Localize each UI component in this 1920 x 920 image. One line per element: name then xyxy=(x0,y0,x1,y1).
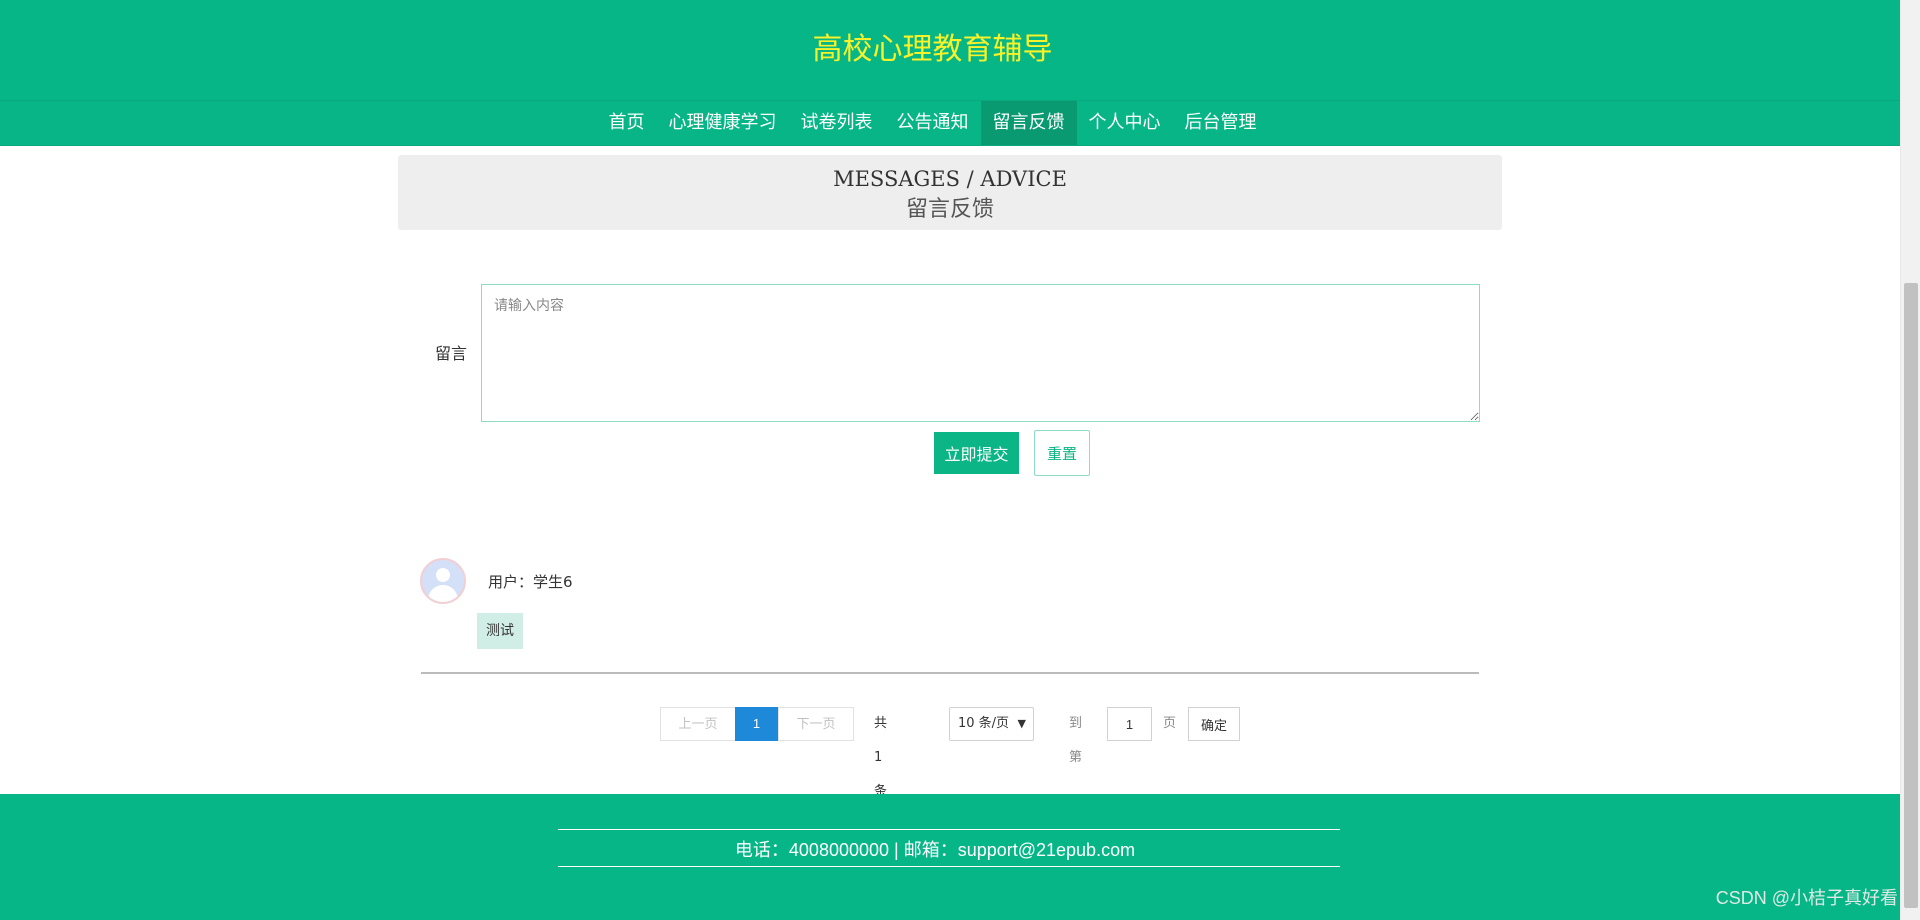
nav-item-feedback[interactable]: 留言反馈 xyxy=(980,101,1077,145)
banner-title-en: MESSAGES / ADVICE xyxy=(833,167,1067,191)
prev-page-button[interactable]: 上一页 xyxy=(660,707,736,741)
footer-divider-top xyxy=(558,829,1340,830)
chevron-down-icon: ▼ xyxy=(1017,717,1026,730)
main-nav: 首页 心理健康学习 试卷列表 公告通知 留言反馈 个人中心 后台管理 xyxy=(0,100,1900,146)
message-label: 留言 xyxy=(435,344,468,363)
avatar-head-shape xyxy=(436,568,450,582)
footer-contact: 电话：4008000000 | 邮箱：support@21epub.com xyxy=(734,840,1136,860)
site-footer: 电话：4008000000 | 邮箱：support@21epub.com xyxy=(0,794,1900,920)
page-word: 页 xyxy=(1163,716,1177,731)
scrollbar-thumb[interactable] xyxy=(1904,283,1918,908)
submit-button[interactable]: 立即提交 xyxy=(934,432,1019,474)
goto-confirm-button[interactable]: 确定 xyxy=(1188,707,1240,741)
message-textarea[interactable] xyxy=(481,284,1480,422)
message-content: 测试 xyxy=(477,613,523,649)
site-title: 高校心理教育辅导 xyxy=(812,32,1053,67)
reset-button[interactable]: 重置 xyxy=(1034,430,1090,476)
goto-label: 到第 xyxy=(1069,716,1083,765)
nav-item-home[interactable]: 首页 xyxy=(597,101,657,145)
user-avatar xyxy=(420,558,466,604)
nav-item-exam-list[interactable]: 试卷列表 xyxy=(789,101,885,145)
site-header: 高校心理教育辅导 xyxy=(0,0,1900,100)
footer-divider-bottom xyxy=(558,866,1340,867)
message-user: 用户：学生6 xyxy=(488,573,573,591)
banner-title-cn: 留言反馈 xyxy=(905,197,994,222)
page-1-button[interactable]: 1 xyxy=(735,707,778,741)
page-size-value: 10 条/页 xyxy=(958,716,1010,731)
next-page-button[interactable]: 下一页 xyxy=(778,707,854,741)
csdn-watermark: CSDN @小桔子真好看 xyxy=(1715,888,1898,908)
nav-item-admin[interactable]: 后台管理 xyxy=(1173,101,1269,145)
page-scrollbar[interactable] xyxy=(1900,0,1920,920)
nav-item-personal-center[interactable]: 个人中心 xyxy=(1077,101,1173,145)
page-size-select[interactable]: 10 条/页 ▼ xyxy=(949,707,1034,741)
section-banner: MESSAGES / ADVICE 留言反馈 xyxy=(398,155,1502,230)
message-divider xyxy=(421,672,1479,674)
nav-item-mental-health-study[interactable]: 心理健康学习 xyxy=(657,101,789,145)
goto-page-input[interactable] xyxy=(1107,707,1152,741)
avatar-body-shape xyxy=(428,585,458,602)
nav-item-announcements[interactable]: 公告通知 xyxy=(885,101,981,145)
